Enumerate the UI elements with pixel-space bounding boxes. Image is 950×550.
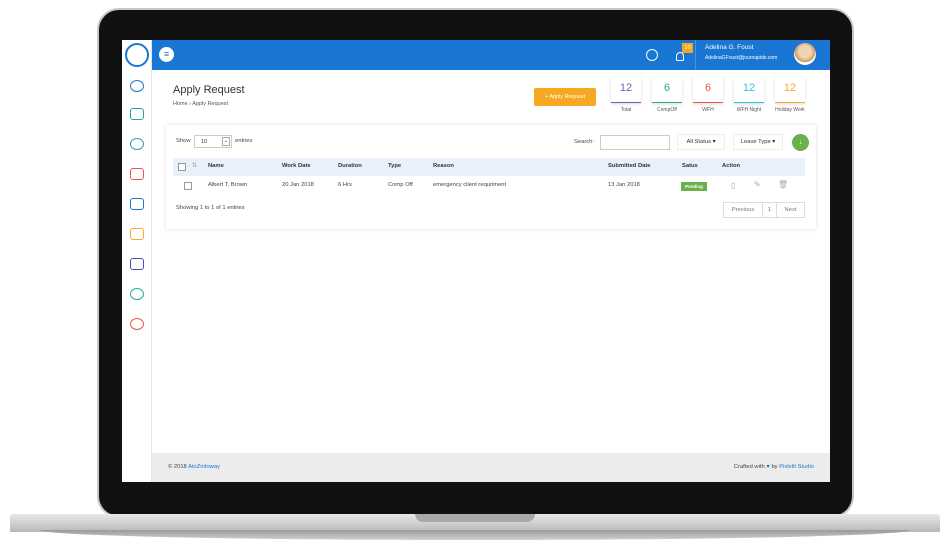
leave-icon[interactable] — [130, 168, 144, 180]
studio-link[interactable]: Pixlelit Studio — [779, 464, 814, 470]
users-icon[interactable] — [130, 138, 144, 150]
user-email: AdelinaGFoust@journapide.com — [705, 55, 778, 61]
stat-total-label: Total — [620, 107, 632, 113]
copyright-text: © 2018 — [168, 464, 187, 470]
row-checkbox[interactable] — [184, 182, 192, 190]
by-text: by — [771, 464, 778, 470]
cell-name: Albert T. Brown — [208, 182, 248, 188]
footer: © 2018 AtoZinfoway Crafted with ♥ by Pix… — [152, 453, 830, 482]
col-name[interactable]: Name — [208, 163, 224, 169]
table-header — [173, 158, 805, 176]
stat-total: 12 — [611, 77, 641, 103]
previous-button[interactable]: Previous — [723, 202, 763, 218]
apply-request-button[interactable]: + Apply Request — [534, 88, 596, 106]
dashboard-icon[interactable] — [130, 80, 144, 92]
sort-icon[interactable]: ⇅ — [192, 163, 197, 169]
stat-wfh-night-label: WFH Night — [736, 107, 762, 113]
stat-holiday-work-label: Holiday Work — [775, 107, 805, 113]
main-content: Apply Request Home › Apply Request + App… — [152, 70, 830, 453]
support-icon[interactable] — [646, 49, 658, 61]
footer-credit: Crafted with ♥ by Pixlelit Studio — [734, 464, 814, 470]
stat-wfh: 6 — [693, 77, 723, 103]
cell-reason: emergency client requriment — [433, 182, 507, 188]
breadcrumb-separator: › — [189, 101, 192, 107]
cell-type: Comp Off — [388, 182, 413, 188]
divider — [695, 40, 696, 70]
cell-work-date: 20 Jan 2018 — [282, 182, 314, 188]
stat-wfh-label: WFH — [702, 107, 714, 113]
col-status[interactable]: Satus — [682, 163, 698, 169]
expense-icon[interactable] — [130, 228, 144, 240]
cell-submitted: 13 Jan 2018 — [608, 182, 640, 188]
leave-type-dropdown[interactable]: Leave Type ▾ — [733, 134, 783, 150]
breadcrumb-home[interactable]: Home — [173, 101, 188, 107]
col-work-date[interactable]: Work Date — [282, 163, 311, 169]
col-duration[interactable]: Duration — [338, 163, 362, 169]
heart-icon: ♥ — [766, 464, 770, 470]
table-info: Showing 1 to 1 of 1 entries — [176, 205, 245, 211]
logo[interactable] — [125, 43, 149, 67]
select-all-checkbox[interactable] — [178, 163, 186, 171]
settings-icon[interactable] — [130, 318, 144, 330]
status-badge: Pending — [681, 182, 707, 191]
download-button[interactable]: ↓ — [792, 134, 809, 151]
edit-icon[interactable]: ✎ — [754, 180, 761, 189]
search-input[interactable] — [600, 135, 670, 150]
col-submitted-date[interactable]: Submitted Date — [608, 163, 651, 169]
show-label: Show — [176, 138, 191, 144]
sidebar — [122, 40, 152, 482]
col-reason[interactable]: Reason — [433, 163, 454, 169]
user-name[interactable]: Adelina G. Foust — [705, 44, 753, 51]
col-type[interactable]: Type — [388, 163, 401, 169]
stat-compoff: 6 — [652, 77, 682, 103]
next-button[interactable]: Next — [776, 202, 805, 218]
stat-compoff-label: CompOff — [657, 107, 677, 113]
notification-badge: 10 — [682, 43, 693, 53]
chat-icon[interactable] — [130, 288, 144, 300]
laptop-notch — [415, 514, 535, 522]
laptop-base-bottom — [40, 530, 910, 540]
stat-holiday-work: 12 — [775, 77, 805, 103]
breadcrumb-current: Apply Request — [192, 101, 229, 107]
page-title: Apply Request — [173, 84, 245, 96]
search-label: Search: — [574, 139, 594, 145]
requests-table-card: Show 10 ⌄ entries Search: All Status ▾ Le… — [166, 125, 816, 229]
chevron-down-icon: ⌄ — [222, 137, 230, 146]
table-row: Albert T. Brown 20 Jan 2018 6 Hrs Comp O… — [166, 176, 816, 194]
breadcrumb: Home › Apply Request — [173, 101, 228, 107]
menu-toggle-icon[interactable]: ≡ — [159, 47, 174, 62]
entries-label: entries — [235, 138, 253, 144]
entries-select[interactable]: 10 ⌄ — [194, 135, 232, 148]
company-link[interactable]: AtoZinfoway — [188, 464, 220, 470]
payroll-icon[interactable] — [130, 198, 144, 210]
top-bar: ≡ 10 Adelina G. Foust AdelinaGFoust@jour… — [152, 40, 830, 70]
view-icon[interactable]: ▯ — [731, 181, 735, 190]
entries-value: 10 — [201, 139, 208, 145]
status-filter-dropdown[interactable]: All Status ▾ — [677, 134, 725, 150]
col-action: Action — [722, 163, 741, 169]
calendar-icon[interactable] — [130, 108, 144, 120]
crafted-text: Crafted with — [733, 464, 765, 470]
footer-copyright: © 2018 AtoZinfoway — [168, 464, 220, 470]
stat-wfh-night: 12 — [734, 77, 764, 103]
cell-duration: 6 Hrs — [338, 182, 352, 188]
bell-icon[interactable] — [676, 52, 684, 61]
page-1-button[interactable]: 1 — [762, 202, 777, 218]
avatar[interactable] — [794, 43, 816, 65]
delete-icon[interactable]: 🗑 — [778, 180, 788, 189]
app-screen: ≡ 10 Adelina G. Foust AdelinaGFoust@jour… — [122, 40, 830, 482]
report-icon[interactable] — [130, 258, 144, 270]
